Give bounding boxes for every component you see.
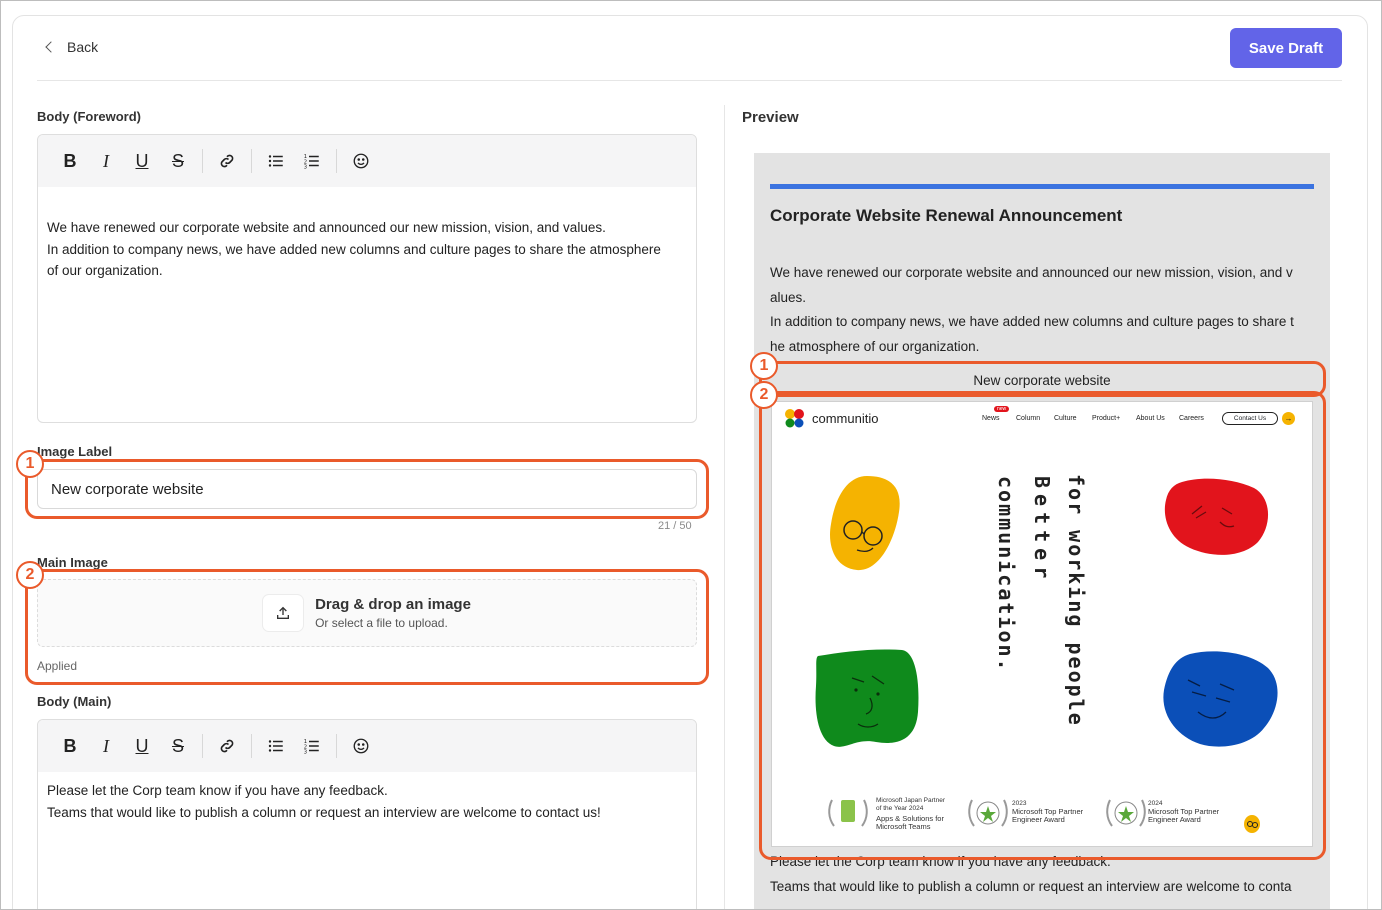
- bullet-list-icon[interactable]: [262, 147, 290, 175]
- numbered-list-icon[interactable]: 123: [298, 147, 326, 175]
- body-main-label: Body (Main): [37, 694, 112, 709]
- svg-text:3: 3: [304, 750, 307, 756]
- foreword-content[interactable]: We have renewed our corporate website an…: [38, 187, 696, 282]
- preview-title: Preview: [742, 109, 799, 126]
- text-line: We have renewed our corporate website an…: [770, 265, 1293, 280]
- bullet-list-icon[interactable]: [262, 732, 290, 760]
- emoji-icon[interactable]: [347, 732, 375, 760]
- text-line: Teams that would like to publish a colum…: [770, 878, 1292, 894]
- toolbar-divider: [202, 149, 203, 173]
- back-button[interactable]: Back: [45, 39, 99, 55]
- main-content[interactable]: Please let the Corp team know if you hav…: [38, 772, 696, 823]
- strikethrough-icon[interactable]: S: [164, 732, 192, 760]
- callout-frame-preview-image: [759, 391, 1326, 860]
- chevron-left-icon: [45, 41, 57, 53]
- char-counter: 21 / 50: [658, 520, 692, 532]
- link-icon[interactable]: [213, 732, 241, 760]
- text-line: alues.: [770, 289, 807, 305]
- save-draft-button[interactable]: Save Draft: [1230, 28, 1342, 68]
- italic-icon[interactable]: I: [92, 147, 120, 175]
- main-editor[interactable]: B I U S 123 Please let the Corp team kno…: [37, 719, 697, 909]
- callout-badge-1: 1: [16, 450, 44, 478]
- text-line: Teams that would like to publish a colum…: [47, 804, 601, 820]
- toolbar-divider: [251, 149, 252, 173]
- main-toolbar: B I U S 123: [38, 720, 696, 772]
- callout-frame-image-label: [25, 459, 709, 519]
- main-image-heading: Main Image: [37, 555, 108, 570]
- toolbar-divider: [336, 734, 337, 758]
- toolbar-divider: [202, 734, 203, 758]
- toolbar-divider: [336, 149, 337, 173]
- link-icon[interactable]: [213, 147, 241, 175]
- foreword-toolbar: B I U S 123: [38, 135, 696, 187]
- svg-text:3: 3: [304, 165, 307, 171]
- text-line: of our organization.: [47, 263, 163, 278]
- image-label-heading: Image Label: [37, 444, 113, 459]
- text-line: In addition to company news, we have add…: [47, 241, 661, 257]
- callout-badge-2-preview: 2: [750, 381, 778, 409]
- numbered-list-icon[interactable]: 123: [298, 732, 326, 760]
- callout-badge-1-preview: 1: [750, 352, 778, 380]
- text-line: In addition to company news, we have add…: [770, 314, 1294, 330]
- text-line: We have renewed our corporate website an…: [47, 220, 606, 235]
- foreword-label: Body (Foreword): [37, 109, 141, 124]
- preview-heading: Corporate Website Renewal Announcement: [770, 206, 1123, 225]
- header-divider: [37, 80, 1342, 81]
- callout-badge-2: 2: [16, 561, 44, 589]
- preview-accent-bar: [770, 184, 1314, 189]
- app-frame: Back Save Draft Body (Foreword) B I U S …: [0, 0, 1382, 910]
- column-divider: [724, 105, 725, 909]
- toolbar-divider: [251, 734, 252, 758]
- text-line: Please let the Corp team know if you hav…: [47, 783, 388, 798]
- underline-icon[interactable]: U: [128, 732, 156, 760]
- strikethrough-icon[interactable]: S: [164, 147, 192, 175]
- foreword-editor[interactable]: B I U S 123 We have renewed our corporat…: [37, 134, 697, 423]
- callout-frame-main-image: [25, 569, 709, 685]
- text-line: he atmosphere of our organization.: [770, 339, 980, 355]
- italic-icon[interactable]: I: [92, 732, 120, 760]
- bold-icon[interactable]: B: [56, 147, 84, 175]
- back-label: Back: [67, 39, 99, 55]
- bold-icon[interactable]: B: [56, 732, 84, 760]
- preview-foreword: We have renewed our corporate website an…: [770, 261, 1314, 360]
- emoji-icon[interactable]: [347, 147, 375, 175]
- underline-icon[interactable]: U: [128, 147, 156, 175]
